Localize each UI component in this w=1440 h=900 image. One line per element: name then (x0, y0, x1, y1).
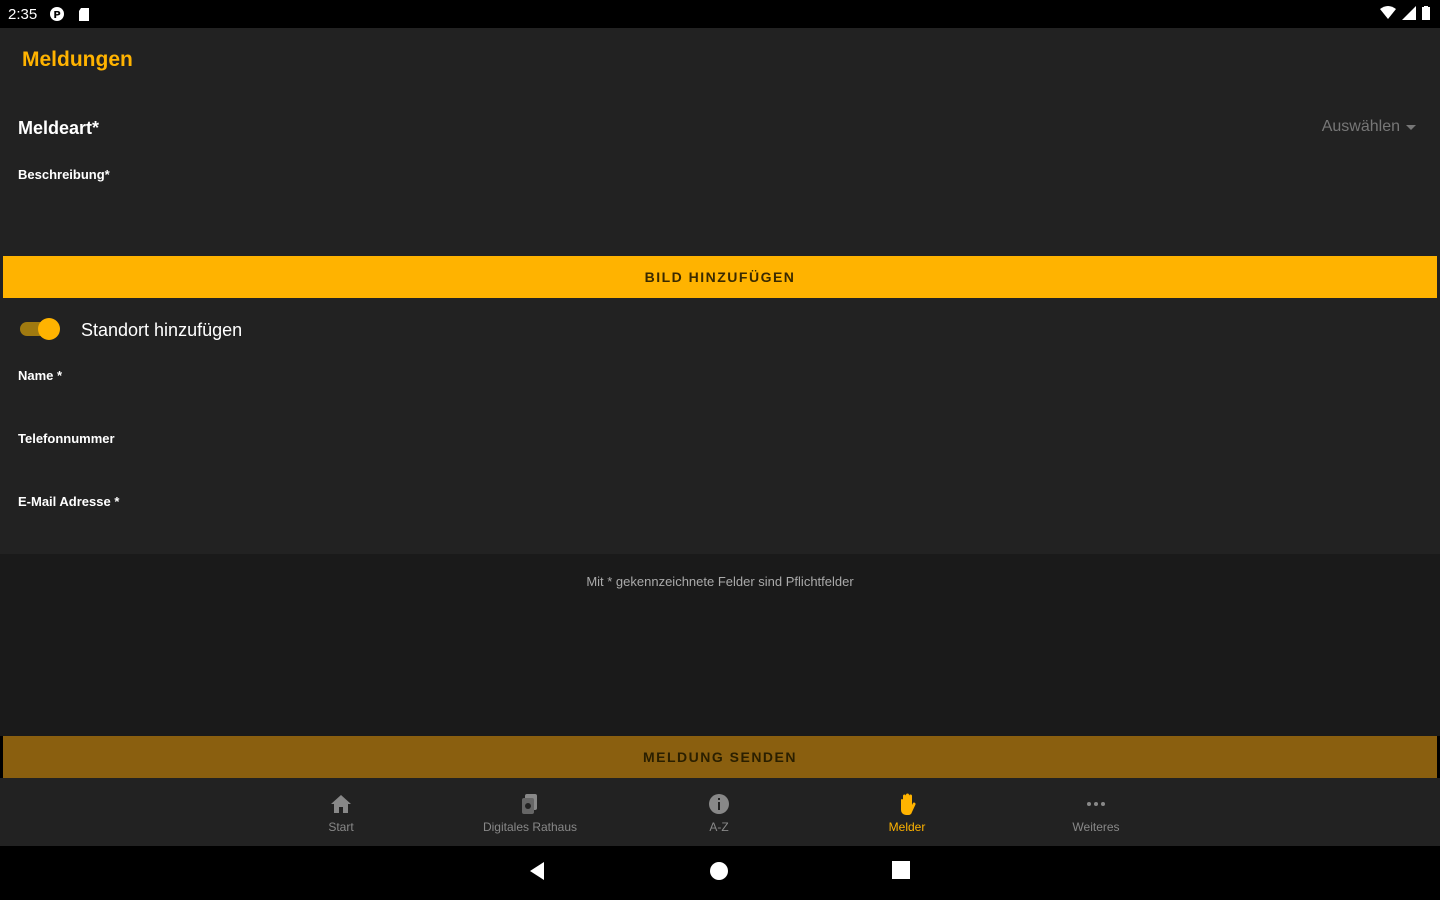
back-icon[interactable] (528, 861, 546, 881)
nav-item-weiteres[interactable]: Weiteres (1021, 792, 1171, 834)
app-bar: Meldungen (0, 28, 1440, 92)
info-icon (709, 794, 729, 814)
location-toggle[interactable] (20, 318, 62, 340)
more-icon (1087, 802, 1105, 806)
sd-card-icon (77, 6, 93, 22)
nav-item-start[interactable]: Start (266, 792, 416, 834)
meldeart-label: Meldeart* (18, 118, 100, 138)
beschreibung-label: Beschreibung* (18, 167, 110, 182)
nav-item-melder[interactable]: Melder (832, 792, 982, 834)
nav-item-digitales-rathaus[interactable]: Digitales Rathaus (455, 792, 605, 834)
add-image-button[interactable]: BILD HINZUFÜGEN (3, 256, 1437, 298)
toggle-thumb (38, 318, 60, 340)
chevron-down-icon (1406, 124, 1416, 130)
name-field[interactable] (18, 386, 1418, 426)
page-title: Meldungen (22, 48, 133, 71)
nav-item-a-z[interactable]: A-Z (644, 792, 794, 834)
send-report-button[interactable]: MELDUNG SENDEN (3, 736, 1437, 778)
nav-item-label: A-Z (709, 820, 729, 834)
system-navigation-bar (0, 846, 1440, 900)
status-time: 2:35 (8, 5, 38, 23)
home-circle-icon[interactable] (709, 861, 729, 881)
nav-item-label: Digitales Rathaus (482, 820, 578, 834)
recents-icon[interactable] (892, 861, 910, 879)
meldeart-select-value: Auswählen (1321, 118, 1400, 135)
signal-icon (1402, 6, 1416, 20)
battery-icon (1422, 6, 1430, 20)
meldeart-select[interactable]: Auswählen (1322, 118, 1416, 136)
pocket-app-icon: P (49, 6, 65, 22)
email-field[interactable] (18, 512, 1418, 550)
beschreibung-field[interactable] (18, 187, 1418, 247)
phone-field[interactable] (18, 449, 1418, 489)
phone-label: Telefonnummer (18, 431, 115, 446)
name-label: Name * (18, 368, 63, 383)
nav-item-label: Melder (888, 820, 926, 834)
hint-area: Mit * gekennzeichnete Felder sind Pflich… (0, 554, 1440, 736)
bottom-navigation: Start Digitales Rathaus A-Z Melder Weite… (0, 778, 1440, 846)
documents-icon (522, 794, 537, 814)
status-bar: 2:35 P (0, 0, 1440, 28)
status-indicators (1380, 6, 1430, 20)
location-toggle-label: Standort hinzufügen (81, 320, 243, 340)
required-fields-hint: Mit * gekennzeichnete Felder sind Pflich… (586, 574, 854, 589)
home-icon (331, 795, 351, 813)
wifi-icon (1380, 6, 1396, 19)
nav-item-label: Weiteres (1072, 820, 1120, 834)
svg-text:P: P (54, 10, 61, 21)
email-label: E-Mail Adresse * (18, 494, 120, 509)
nav-item-label: Start (328, 820, 354, 834)
hand-icon (901, 793, 916, 816)
